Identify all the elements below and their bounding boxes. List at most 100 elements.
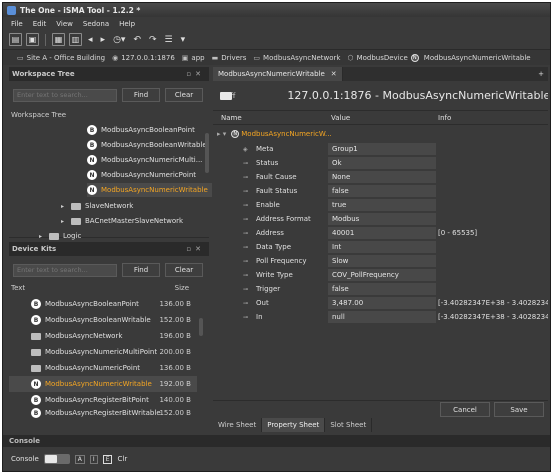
undo-icon[interactable]: ↶ — [131, 35, 143, 45]
prop-value[interactable]: 40001 — [328, 227, 436, 239]
tree-folder[interactable]: ▸ Logic — [39, 229, 81, 243]
list-item-selected[interactable]: N ModbusAsyncNumericWritable 192.00 B — [9, 376, 197, 392]
table-row[interactable]: ⊸ Fault Status false — [213, 184, 548, 198]
grid-icon[interactable]: ▥ — [69, 33, 82, 46]
table-row[interactable]: ⊸ Poll Frequency Slow — [213, 254, 548, 268]
breadcrumb-site[interactable]: Site A - Office Building — [27, 54, 105, 62]
list-icon[interactable]: ☰ — [163, 35, 175, 45]
list-item[interactable]: ModbusAsyncNumericPoint 136.00 B — [9, 360, 197, 376]
save-all-icon[interactable]: ▤ — [9, 33, 22, 46]
console-filter-i[interactable]: I — [89, 454, 98, 464]
kits-clear-button[interactable]: Clear — [165, 263, 203, 277]
expand-arrow-icon[interactable]: ▸ — [61, 203, 69, 210]
kits-col-size[interactable]: Size — [175, 284, 189, 296]
table-row[interactable]: ⊸ In null [-3.40282347E+38 - 3.4028234... — [213, 310, 548, 324]
table-row[interactable]: ⊸ Trigger false — [213, 282, 548, 296]
workspace-clear-button[interactable]: Clear — [165, 88, 203, 102]
breadcrumb-network[interactable]: ModbusAsyncNetwork — [263, 54, 340, 62]
kits-col-text[interactable]: Text — [11, 284, 25, 296]
tree-item[interactable]: B ModbusAsyncBooleanPoint — [87, 123, 195, 137]
tree-item[interactable]: N ModbusAsyncNumericMulti... — [87, 153, 202, 167]
menu-view[interactable]: View — [56, 20, 73, 28]
workspace-search-input[interactable] — [13, 88, 117, 102]
tree-item[interactable]: N ModbusAsyncNumericPoint — [87, 168, 196, 182]
expand-arrow-icon[interactable]: ▸ ▾ — [217, 130, 226, 138]
table-row[interactable]: ⊸ Data Type Int — [213, 240, 548, 254]
breadcrumb-station[interactable]: 127.0.0.1:1876 — [121, 54, 175, 62]
panel-controls-icon[interactable]: ▫✕ — [186, 245, 209, 253]
save-icon[interactable]: ▣ — [26, 33, 39, 46]
panel-controls-icon[interactable]: ▫✕ — [186, 70, 209, 78]
col-value[interactable]: Value — [331, 114, 350, 122]
table-row[interactable]: ⊸ Address 40001 [0 - 65535] — [213, 226, 548, 240]
col-info[interactable]: Info — [438, 114, 451, 122]
tree-folder[interactable]: ▸ BACnetMasterSlaveNetwork — [61, 214, 183, 228]
breadcrumb-component[interactable]: ModbusAsyncNumericWritable — [424, 54, 531, 62]
prop-value[interactable]: Slow — [328, 255, 436, 267]
console-clear-button[interactable]: Clr — [117, 455, 127, 463]
prop-value[interactable]: true — [328, 199, 436, 211]
list-item[interactable]: ModbusAsyncNumericMultiPoint 200.00 B — [9, 344, 197, 360]
breadcrumb-device[interactable]: ModbusDevice — [357, 54, 408, 62]
kits-find-button[interactable]: Find — [122, 263, 160, 277]
prop-value[interactable]: false — [328, 185, 436, 197]
tab-property-sheet[interactable]: Property Sheet — [262, 418, 326, 432]
prop-value[interactable]: None — [328, 171, 436, 183]
prop-value[interactable]: null — [328, 311, 436, 323]
console-filter-e[interactable]: E — [102, 454, 113, 464]
prop-value[interactable]: false — [328, 283, 436, 295]
forward-arrow-icon[interactable]: ▸ — [99, 35, 108, 45]
table-row[interactable]: ⊸ Status Ok — [213, 156, 548, 170]
list-item[interactable]: B ModbusAsyncBooleanPoint 136.00 B — [9, 296, 197, 312]
col-name[interactable]: Name — [221, 114, 242, 122]
tree-folder[interactable]: ▸ SlaveNetwork — [61, 199, 133, 213]
save-button[interactable]: Save — [494, 402, 544, 417]
prop-value[interactable]: Int — [328, 241, 436, 253]
table-row[interactable]: ⊸ Address Format Modbus — [213, 212, 548, 226]
menu-file[interactable]: File — [11, 20, 23, 28]
tree-item-selected[interactable]: N ModbusAsyncNumericWritable — [87, 183, 212, 197]
workspace-find-button[interactable]: Find — [122, 88, 160, 102]
tree-item-label: ModbusAsyncBooleanWritable — [101, 141, 207, 149]
menu-help[interactable]: Help — [119, 20, 135, 28]
component-root-row[interactable]: ▸ ▾ N ModbusAsyncNumericW... — [213, 127, 548, 141]
dropdown-icon[interactable]: ▾ — [179, 35, 188, 45]
breadcrumb-app[interactable]: app — [191, 54, 204, 62]
expand-arrow-icon[interactable]: ▸ — [39, 233, 47, 240]
workspace-scrollbar[interactable] — [205, 133, 209, 173]
prop-value[interactable]: 3,487.00 — [328, 297, 436, 309]
kits-search-input[interactable] — [13, 263, 117, 277]
console-filter-a[interactable]: A — [74, 454, 85, 464]
list-item[interactable]: B ModbusAsyncBooleanWritable 152.00 B — [9, 312, 197, 328]
breadcrumb-drivers[interactable]: Drivers — [221, 54, 246, 62]
close-icon[interactable]: ✕ — [331, 70, 337, 78]
tree-item[interactable]: B ModbusAsyncBooleanWritable — [87, 138, 207, 152]
tab-wire-sheet[interactable]: Wire Sheet — [213, 418, 263, 432]
device-icon[interactable]: ▦ — [52, 33, 65, 46]
table-row[interactable]: ⊸ Fault Cause None — [213, 170, 548, 184]
boolean-point-icon: B — [87, 125, 97, 135]
redo-icon[interactable]: ↷ — [147, 35, 159, 45]
expand-arrow-icon[interactable]: ▸ — [61, 218, 69, 225]
prop-value[interactable]: Group1 — [328, 143, 436, 155]
table-row[interactable]: ⊸ Out 3,487.00 [-3.40282347E+38 - 3.40282… — [213, 296, 548, 310]
list-item[interactable]: ModbusAsyncNetwork 196.00 B — [9, 328, 197, 344]
list-item[interactable]: B ModbusAsyncRegisterBitWritable 152.00 … — [9, 408, 197, 418]
table-row[interactable]: ⊸ Write Type COV_PollFrequency — [213, 268, 548, 282]
prop-value[interactable]: Modbus — [328, 213, 436, 225]
prop-value[interactable]: COV_PollFrequency — [328, 269, 436, 281]
table-row[interactable]: ◈ Meta Group1 — [213, 142, 548, 156]
tab-slot-sheet[interactable]: Slot Sheet — [325, 418, 373, 432]
kits-scrollbar[interactable] — [199, 318, 203, 336]
console-toggle[interactable] — [43, 454, 70, 464]
cancel-button[interactable]: Cancel — [440, 402, 490, 417]
history-icon[interactable]: ◷▾ — [111, 35, 127, 45]
prop-value[interactable]: Ok — [328, 157, 436, 169]
table-row[interactable]: ⊸ Enable true — [213, 198, 548, 212]
add-tab-icon[interactable]: + — [538, 70, 544, 78]
menu-sedona[interactable]: Sedona — [83, 20, 109, 28]
menu-edit[interactable]: Edit — [33, 20, 47, 28]
back-arrow-icon[interactable]: ◂ — [86, 35, 95, 45]
list-item[interactable]: B ModbusAsyncRegisterBitPoint 140.00 B — [9, 392, 197, 408]
editor-tab[interactable]: ModbusAsyncNumericWritable ✕ — [213, 67, 343, 81]
